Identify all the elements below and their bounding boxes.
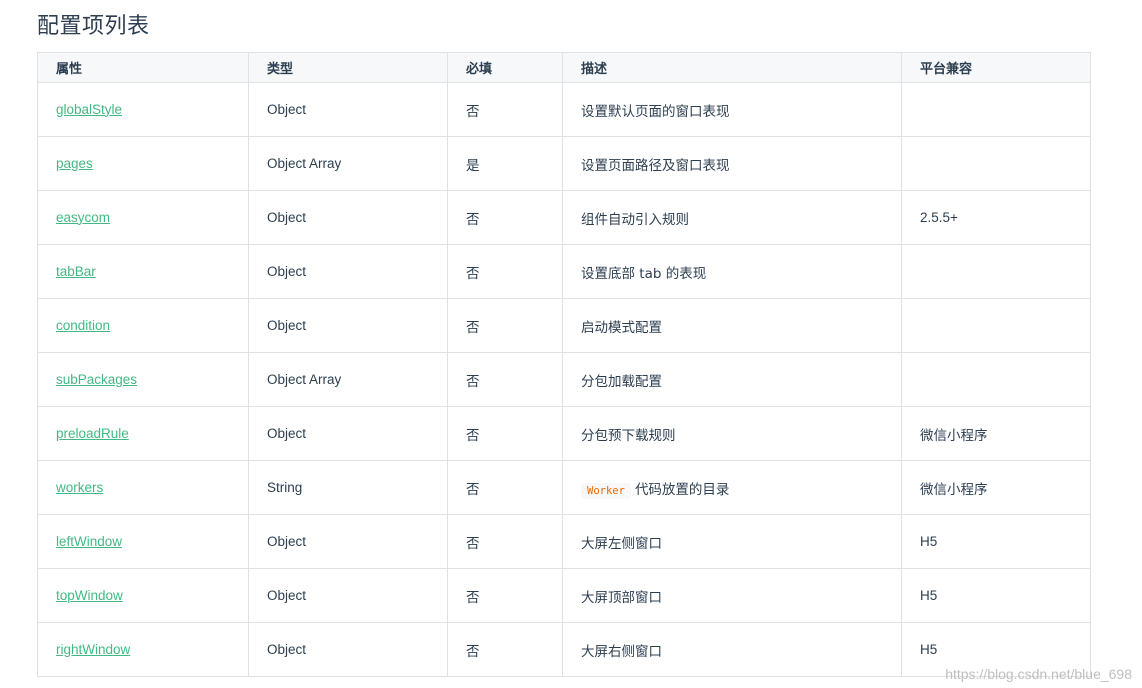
cell-required: 否 xyxy=(447,622,563,677)
cell-desc: 分包预下载规则 xyxy=(562,406,902,461)
desc-text: 组件自动引入规则 xyxy=(581,211,689,228)
attr-link[interactable]: pages xyxy=(56,156,93,171)
attr-link[interactable]: tabBar xyxy=(56,264,96,279)
table-row: topWindow Object 否 大屏顶部窗口 H5 xyxy=(37,568,1091,623)
desc-text: 代码放置的目录 xyxy=(634,481,730,498)
cell-desc: 组件自动引入规则 xyxy=(562,190,902,245)
cell-desc: 设置默认页面的窗口表现 xyxy=(562,82,902,137)
desc-text: 大屏左侧窗口 xyxy=(581,535,662,552)
desc-text: 启动模式配置 xyxy=(581,319,662,336)
table-row: condition Object 否 启动模式配置 xyxy=(37,298,1091,353)
header-desc: 描述 xyxy=(562,52,902,83)
header-attr: 属性 xyxy=(37,52,249,83)
cell-attr: subPackages xyxy=(37,352,249,407)
cell-required: 是 xyxy=(447,136,563,191)
cell-required: 否 xyxy=(447,352,563,407)
page-title: 配置项列表 xyxy=(37,14,150,39)
cell-required: 否 xyxy=(447,244,563,299)
header-platform: 平台兼容 xyxy=(901,52,1091,83)
cell-type: Object xyxy=(248,406,448,461)
table-row: leftWindow Object 否 大屏左侧窗口 H5 xyxy=(37,514,1091,569)
desc-text: 设置默认页面的窗口表现 xyxy=(581,103,730,120)
attr-link[interactable]: leftWindow xyxy=(56,534,122,549)
attr-link[interactable]: easycom xyxy=(56,210,110,225)
header-required: 必填 xyxy=(447,52,563,83)
cell-attr: easycom xyxy=(37,190,249,245)
table-row: preloadRule Object 否 分包预下载规则 微信小程序 xyxy=(37,406,1091,461)
desc-text: 设置页面路径及窗口表现 xyxy=(581,157,730,174)
cell-type: Object xyxy=(248,82,448,137)
inline-code: Worker xyxy=(581,482,631,499)
desc-text: 大屏右侧窗口 xyxy=(581,643,662,660)
table-row: rightWindow Object 否大屏右侧窗口 H5 xyxy=(37,622,1091,677)
cell-desc: 启动模式配置 xyxy=(562,298,902,353)
cell-type: String xyxy=(248,460,448,515)
cell-desc: Worker 代码放置的目录 xyxy=(562,460,902,515)
cell-platform xyxy=(901,136,1091,191)
table-row: subPackages Object Array 否 分包加载配置 xyxy=(37,352,1091,407)
cell-attr: globalStyle xyxy=(37,82,249,137)
table-row: workers String 否 Worker 代码放置的目录 微信小程序 xyxy=(37,460,1091,515)
cell-desc: 大屏左侧窗口 xyxy=(562,514,902,569)
cell-type: Object Array xyxy=(248,136,448,191)
attr-link[interactable]: condition xyxy=(56,318,110,333)
cell-type: Object xyxy=(248,298,448,353)
table-row: pages Object Array 是 设置页面路径及窗口表现 xyxy=(37,136,1091,191)
table-row: easycom Object 否 组件自动引入规则 2.5.5+ xyxy=(37,190,1091,245)
cell-attr: tabBar xyxy=(37,244,249,299)
cell-type: Object xyxy=(248,190,448,245)
cell-type: Object xyxy=(248,244,448,299)
desc-text: 设置底部 tab 的表现 xyxy=(581,265,707,282)
attr-link[interactable]: preloadRule xyxy=(56,426,129,441)
cell-desc: 大屏右侧窗口 xyxy=(562,622,902,677)
table-body: globalStyle Object 否设置默认页面的窗口表现 pages Object… xyxy=(37,82,1091,677)
cell-attr: workers xyxy=(37,460,249,515)
desc-text: 大屏顶部窗口 xyxy=(581,589,662,606)
cell-platform: 2.5.5+ xyxy=(901,190,1091,245)
attr-link[interactable]: rightWindow xyxy=(56,642,130,657)
table-row: globalStyle Object 否 设置默认页面的窗口表现 xyxy=(37,82,1091,137)
cell-required: 否 xyxy=(447,82,563,137)
cell-required: 否 xyxy=(447,298,563,353)
cell-attr: topWindow xyxy=(37,568,249,623)
desc-text: 分包加载配置 xyxy=(581,373,662,390)
config-table: 属性 类型 必填 描述 平台兼容 globalStyle Object 否设置默认页… xyxy=(37,52,1091,677)
cell-platform: H5 xyxy=(901,568,1091,623)
cell-required: 否 xyxy=(447,514,563,569)
cell-attr: pages xyxy=(37,136,249,191)
cell-type: Object xyxy=(248,622,448,677)
cell-required: 否 xyxy=(447,568,563,623)
header-type: 类型 xyxy=(248,52,448,83)
cell-platform: H5 xyxy=(901,514,1091,569)
attr-link[interactable]: globalStyle xyxy=(56,102,122,117)
cell-attr: leftWindow xyxy=(37,514,249,569)
cell-desc: 设置页面路径及窗口表现 xyxy=(562,136,902,191)
cell-attr: rightWindow xyxy=(37,622,249,677)
table-row: tabBar Object 否 设置底部 tab 的表现 xyxy=(37,244,1091,299)
cell-required: 否 xyxy=(447,190,563,245)
cell-platform xyxy=(901,82,1091,137)
attr-link[interactable]: subPackages xyxy=(56,372,137,387)
cell-desc: 大屏顶部窗口 xyxy=(562,568,902,623)
cell-attr: preloadRule xyxy=(37,406,249,461)
cell-type: Object xyxy=(248,514,448,569)
attr-link[interactable]: topWindow xyxy=(56,588,123,603)
header-row: 属性 类型 必填 描述 平台兼容 xyxy=(37,52,1091,83)
cell-platform xyxy=(901,244,1091,299)
cell-platform xyxy=(901,298,1091,353)
cell-required: 否 xyxy=(447,460,563,515)
cell-platform xyxy=(901,352,1091,407)
attr-link[interactable]: workers xyxy=(56,480,103,495)
cell-desc: 分包加载配置 xyxy=(562,352,902,407)
watermark: https://blog.csdn.net/blue_698 xyxy=(945,666,1132,682)
cell-platform: 微信小程序 xyxy=(901,460,1091,515)
cell-type: Object Array xyxy=(248,352,448,407)
desc-text: 分包预下载规则 xyxy=(581,427,676,444)
cell-required: 否 xyxy=(447,406,563,461)
table-header: 属性 类型 必填 描述 平台兼容 xyxy=(37,52,1091,83)
cell-desc: 设置底部 tab 的表现 xyxy=(562,244,902,299)
cell-attr: condition xyxy=(37,298,249,353)
cell-type: Object xyxy=(248,568,448,623)
cell-platform: 微信小程序 xyxy=(901,406,1091,461)
